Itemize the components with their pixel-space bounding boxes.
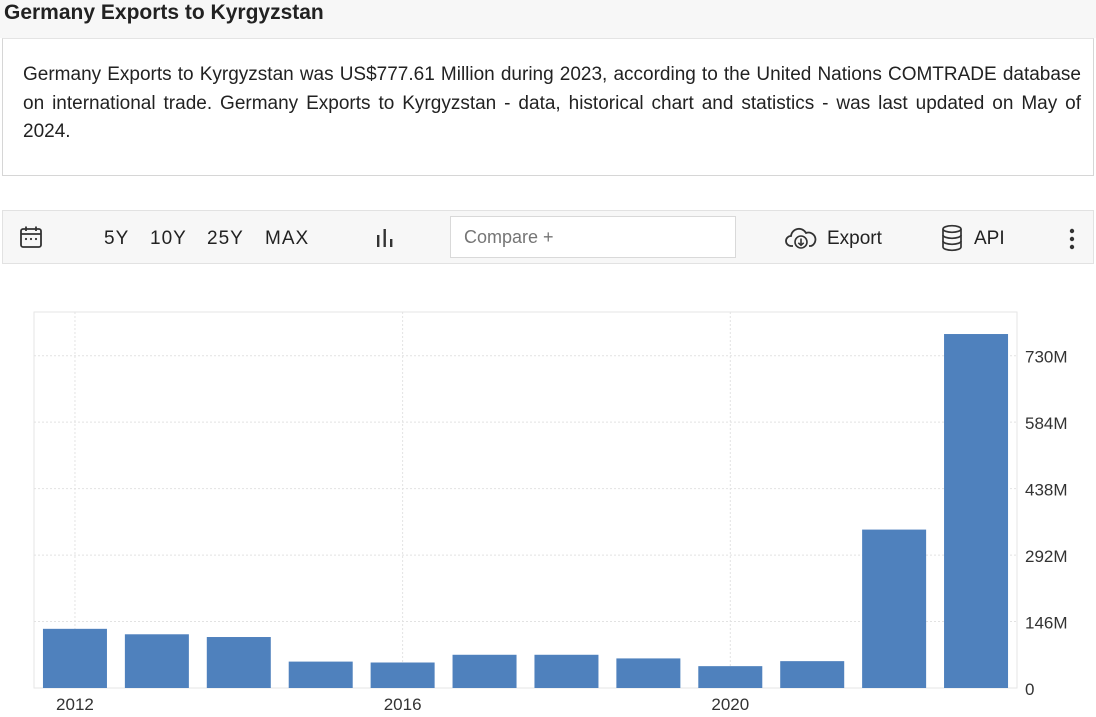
page-title: Germany Exports to Kyrgyzstan <box>4 1 324 24</box>
range-25y-button[interactable]: 25Y <box>207 228 244 250</box>
bar-2020[interactable] <box>698 666 763 688</box>
bar-2018[interactable] <box>534 654 599 688</box>
range-5y-button[interactable]: 5Y <box>104 228 129 250</box>
bar-2016[interactable] <box>370 662 435 688</box>
api-button[interactable]: API <box>974 228 1005 250</box>
bar-2023[interactable] <box>944 334 1009 688</box>
y-tick-label: 438M <box>1025 481 1068 500</box>
bar-2022[interactable] <box>862 529 927 688</box>
calendar-icon[interactable] <box>19 225 43 254</box>
compare-input[interactable] <box>450 216 736 258</box>
bar-2015[interactable] <box>288 661 353 688</box>
bar-2021[interactable] <box>780 661 845 688</box>
database-icon[interactable] <box>940 224 964 257</box>
y-tick-label: 292M <box>1025 547 1068 566</box>
x-tick-label: 2020 <box>711 695 749 714</box>
y-tick-label: 584M <box>1025 414 1068 433</box>
x-tick-label: 2012 <box>56 695 94 714</box>
bar-chart-icon[interactable] <box>375 227 397 254</box>
export-button[interactable]: Export <box>827 228 882 250</box>
kebab-menu-icon[interactable] <box>1067 228 1077 255</box>
range-10y-button[interactable]: 10Y <box>150 228 187 250</box>
chart-toolbar: 5Y 10Y 25Y MAX Export API <box>2 210 1094 264</box>
range-max-button[interactable]: MAX <box>265 228 309 250</box>
bar-2019[interactable] <box>616 658 681 688</box>
bar-chart: 0 146M 292M 438M 584M 730M 2012 2016 2020 <box>33 311 1068 714</box>
cloud-download-icon[interactable] <box>785 225 817 256</box>
bar-2014[interactable] <box>206 637 271 688</box>
description-text: Germany Exports to Kyrgyzstan was US$777… <box>23 64 1081 142</box>
title-bar: Germany Exports to Kyrgyzstan <box>0 0 1096 38</box>
bar-2013[interactable] <box>124 634 189 688</box>
bar-2012[interactable] <box>42 628 107 688</box>
y-tick-label: 146M <box>1025 614 1068 633</box>
y-tick-label: 730M <box>1025 348 1068 367</box>
bar-2017[interactable] <box>452 654 517 688</box>
description-box: Germany Exports to Kyrgyzstan was US$777… <box>2 38 1094 176</box>
x-tick-label: 2016 <box>384 695 422 714</box>
y-tick-label: 0 <box>1025 680 1034 699</box>
